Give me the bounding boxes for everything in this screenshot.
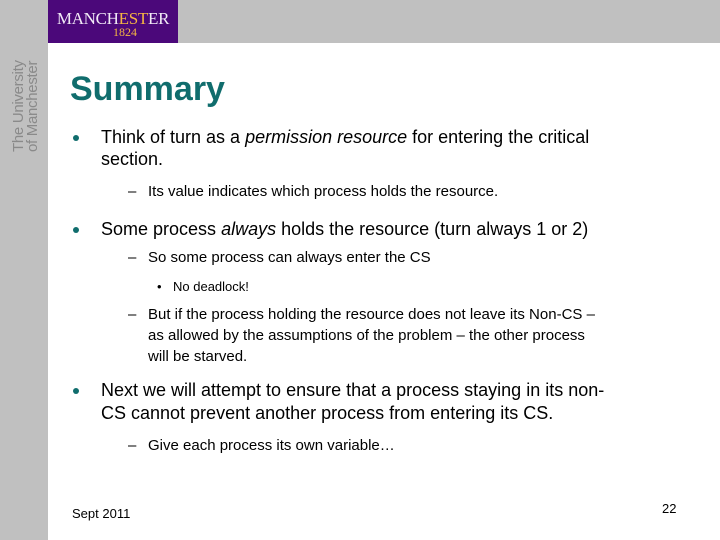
bullet-1-line-1: Think of turn as a permission resource f… bbox=[101, 127, 589, 148]
bullet-3-sub-1: Give each process its own variable… bbox=[148, 437, 395, 454]
bullet-2-sub-2-line-2: as allowed by the assumptions of the pro… bbox=[148, 327, 585, 344]
wordmark-line2: of Manchester bbox=[24, 60, 41, 152]
bullet-2-sub-1: So some process can always enter the CS bbox=[148, 249, 431, 266]
text-run: for entering the critical bbox=[407, 127, 590, 147]
slide-title: Summary bbox=[70, 70, 225, 108]
text-run: Some process bbox=[101, 219, 222, 239]
bullet-2-sub-2-line-1: But if the process holding the resource … bbox=[148, 306, 595, 323]
bullet-3-line-1: Next we will attempt to ensure that a pr… bbox=[101, 380, 605, 400]
dash-icon: – bbox=[128, 249, 137, 266]
manchester-logo: MANCHESTER 1824 bbox=[48, 0, 178, 43]
footer-date: Sept 2011 bbox=[72, 506, 131, 521]
bullet-2-sub-2-line-3: will be starved. bbox=[148, 348, 248, 365]
bullet-icon bbox=[73, 135, 79, 141]
dash-icon: – bbox=[128, 306, 137, 323]
logo-year: 1824 bbox=[113, 25, 137, 39]
bullet-1-line-2: section. bbox=[101, 149, 164, 169]
small-bullet-icon: • bbox=[157, 279, 162, 294]
bullet-1-sub-1: Its value indicates which process holds … bbox=[148, 183, 499, 200]
text-run: holds the resource (turn always 1 or 2) bbox=[276, 219, 589, 239]
university-wordmark: The University of Manchester bbox=[10, 42, 41, 152]
dash-icon: – bbox=[128, 183, 137, 200]
emphasis-text: permission resource bbox=[245, 127, 408, 147]
text-run: Think of turn as a bbox=[101, 127, 246, 147]
bullet-icon bbox=[73, 388, 79, 394]
emphasis-text: always bbox=[221, 219, 277, 239]
page-number: 22 bbox=[662, 501, 677, 516]
bullet-2-line-1: Some process always holds the resource (… bbox=[101, 219, 588, 240]
bullet-2-sub-1-subsub-1: No deadlock! bbox=[173, 279, 249, 294]
bullet-icon bbox=[73, 227, 79, 233]
dash-icon: – bbox=[128, 437, 137, 454]
bullet-3-line-2: CS cannot prevent another process from e… bbox=[101, 403, 554, 423]
